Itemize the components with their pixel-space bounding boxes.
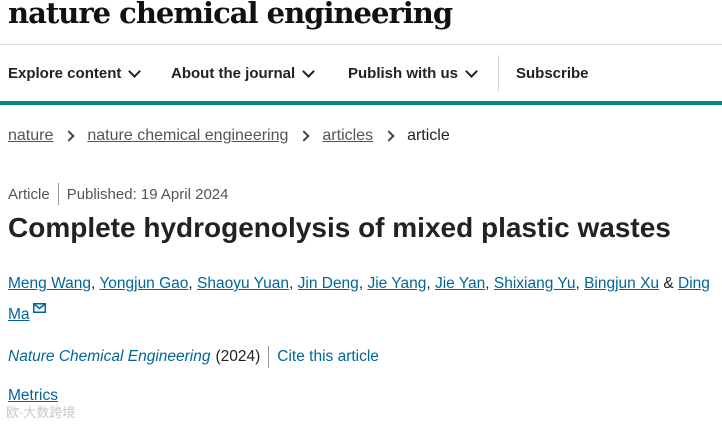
article-meta: Article Published: 19 April 2024 <box>8 183 228 205</box>
nav-explore-content[interactable]: Explore content <box>8 65 142 82</box>
author-link[interactable]: Shaoyu Yuan <box>197 275 289 292</box>
author-ampersand: & <box>663 275 674 292</box>
chevron-down-icon <box>465 65 478 78</box>
journal-link[interactable]: Nature Chemical Engineering <box>8 348 210 366</box>
citation-line: Nature Chemical Engineering (2024) Cite … <box>8 346 379 368</box>
cite-article-link[interactable]: Cite this article <box>277 348 379 366</box>
article-title: Complete hydrogenolysis of mixed plastic… <box>8 212 671 243</box>
nav-about-journal[interactable]: About the journal <box>171 65 316 82</box>
author-link[interactable]: Jie Yan <box>435 275 485 292</box>
breadcrumb: nature nature chemical engineering artic… <box>8 127 450 145</box>
nav-item-label: About the journal <box>171 65 296 82</box>
author-link[interactable]: Shixiang Yu <box>494 275 576 292</box>
breadcrumb-nature[interactable]: nature <box>8 127 53 145</box>
breadcrumb-journal[interactable]: nature chemical engineering <box>87 127 288 145</box>
accent-bar <box>0 101 722 105</box>
chevron-down-icon <box>128 65 142 78</box>
author-separator: , <box>426 275 431 292</box>
watermark: 欧·大数跨境 <box>6 405 76 420</box>
chevron-down-icon <box>302 65 316 78</box>
main-nav: Explore content About the journal Publis… <box>0 45 722 101</box>
mail-icon[interactable] <box>32 303 46 313</box>
meta-divider <box>57 183 59 205</box>
breadcrumb-articles[interactable]: articles <box>322 127 373 145</box>
author-separator: , <box>485 275 490 292</box>
author-separator: , <box>358 275 364 292</box>
author-link[interactable]: Yongjun Gao <box>99 275 188 292</box>
nav-publish-with-us[interactable]: Publish with us <box>348 65 478 82</box>
author-separator: , <box>91 275 96 292</box>
publication-year: (2024) <box>215 348 261 365</box>
nav-item-label: Explore content <box>8 65 122 82</box>
author-list: Meng Wang, Yongjun Gao, Shaoyu Yuan, Jin… <box>8 268 716 330</box>
author-link[interactable]: Jin Deng <box>298 275 359 292</box>
subscribe-link[interactable]: Subscribe <box>516 65 589 82</box>
nav-item-label: Publish with us <box>348 65 459 82</box>
article-type: Article <box>8 185 50 203</box>
author-separator: , <box>188 275 193 292</box>
published-date: Published: 19 April 2024 <box>66 185 229 203</box>
chevron-right-icon <box>383 130 395 142</box>
journal-logo[interactable]: nature chemical engineering <box>8 0 453 30</box>
author-separator: , <box>575 275 580 292</box>
citation-divider <box>268 346 270 368</box>
breadcrumb-current: article <box>407 127 450 144</box>
nav-divider <box>498 55 499 91</box>
chevron-right-icon <box>63 130 76 142</box>
author-link[interactable]: Jie Yang <box>367 275 426 292</box>
chevron-right-icon <box>298 130 311 142</box>
author-separator: , <box>289 275 294 292</box>
author-link[interactable]: Meng Wang <box>8 275 91 292</box>
subscribe-label: Subscribe <box>516 65 589 82</box>
author-link[interactable]: Bingjun Xu <box>584 275 659 292</box>
